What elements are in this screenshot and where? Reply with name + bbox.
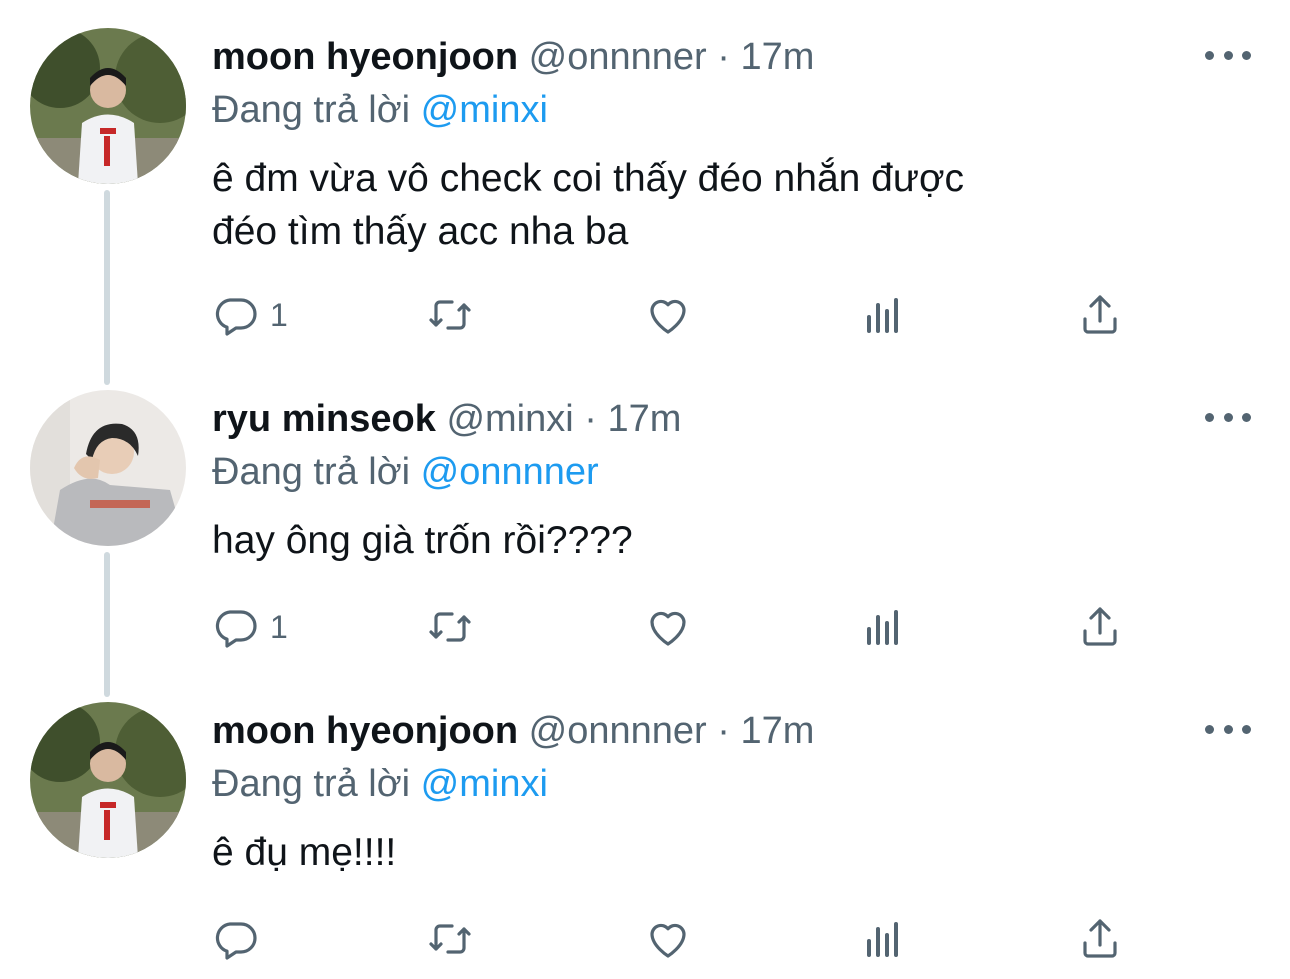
mention-link[interactable]: @minxi: [421, 763, 548, 805]
avatar[interactable]: [30, 702, 186, 858]
reply-button[interactable]: 1: [212, 602, 288, 652]
tweet-header: moon hyeonjoon @onnnner · 17m: [212, 708, 814, 754]
retweet-button[interactable]: [426, 914, 474, 964]
action-bar: 1: [212, 290, 1132, 340]
retweet-button[interactable]: [426, 602, 474, 652]
tweet-text-line: ê đm vừa vô check coi thấy đéo nhắn được: [212, 157, 965, 200]
replying-to: Đang trả lời @onnnner: [212, 449, 599, 495]
avatar[interactable]: [30, 390, 186, 546]
reply-button[interactable]: [212, 914, 270, 964]
tweet-text: hay ông già trốn rồi????: [212, 514, 1162, 567]
tweet[interactable]: moon hyeonjoon @onnnner · 17m Đang trả l…: [0, 702, 1290, 979]
like-icon: [650, 923, 686, 958]
replying-to: Đang trả lời @minxi: [212, 761, 548, 807]
analytics-button[interactable]: [860, 290, 908, 340]
tweet-text-line: hay ông già trốn rồi????: [212, 519, 633, 562]
tweet-text: ê đụ mẹ!!!!: [212, 826, 1162, 879]
tweet-text-line: ê đụ mẹ!!!!: [212, 831, 397, 874]
timestamp[interactable]: 17m: [740, 36, 814, 78]
display-name[interactable]: moon hyeonjoon: [212, 710, 518, 752]
like-icon: [650, 611, 686, 646]
tweet-text-line: đéo tìm thấy acc nha ba: [212, 210, 629, 253]
share-button[interactable]: [1076, 914, 1124, 964]
share-icon: [1083, 919, 1117, 958]
analytics-icon: [867, 610, 898, 645]
replying-prefix: Đang trả lời: [212, 89, 411, 131]
reply-icon: [215, 298, 257, 336]
reply-icon: [215, 922, 257, 960]
tweet[interactable]: ryu minseok @minxi · 17m Đang trả lời @o…: [0, 390, 1290, 690]
share-button[interactable]: [1076, 290, 1124, 340]
replying-prefix: Đang trả lời: [212, 451, 411, 493]
action-bar: [212, 914, 1132, 964]
share-icon: [1083, 295, 1117, 334]
like-icon: [650, 299, 686, 334]
analytics-icon: [867, 922, 898, 957]
reply-icon: [215, 610, 257, 648]
analytics-icon: [867, 298, 898, 333]
like-button[interactable]: [644, 290, 692, 340]
avatar[interactable]: [30, 28, 186, 184]
avatar-photo: [30, 390, 186, 546]
handle[interactable]: @minxi: [446, 398, 573, 440]
tweet-header: moon hyeonjoon @onnnner · 17m: [212, 34, 814, 80]
separator: ·: [584, 398, 597, 440]
replying-prefix: Đang trả lời: [212, 763, 411, 805]
replying-to: Đang trả lời @minxi: [212, 87, 548, 133]
reply-count: 1: [270, 296, 288, 333]
more-icon[interactable]: [1205, 40, 1251, 70]
like-button[interactable]: [644, 602, 692, 652]
timestamp[interactable]: 17m: [740, 710, 814, 752]
analytics-button[interactable]: [860, 914, 908, 964]
share-icon: [1083, 607, 1117, 646]
retweet-icon: [429, 300, 471, 330]
share-button[interactable]: [1076, 602, 1124, 652]
separator: ·: [717, 710, 730, 752]
retweet-button[interactable]: [426, 290, 474, 340]
retweet-icon: [429, 612, 471, 642]
reply-count: 1: [270, 608, 288, 645]
display-name[interactable]: ryu minseok: [212, 398, 436, 440]
avatar-photo: [30, 702, 186, 858]
like-button[interactable]: [644, 914, 692, 964]
analytics-button[interactable]: [860, 602, 908, 652]
tweet[interactable]: moon hyeonjoon @onnnner · 17m Đang trả l…: [0, 28, 1290, 348]
mention-link[interactable]: @onnnner: [421, 451, 599, 493]
action-bar: 1: [212, 602, 1132, 652]
avatar-photo: [30, 28, 186, 184]
more-icon[interactable]: [1205, 402, 1251, 432]
retweet-icon: [429, 924, 471, 954]
separator: ·: [717, 36, 730, 78]
handle[interactable]: @onnnner: [529, 710, 707, 752]
display-name[interactable]: moon hyeonjoon: [212, 36, 518, 78]
more-icon[interactable]: [1205, 714, 1251, 744]
handle[interactable]: @onnnner: [529, 36, 707, 78]
timestamp[interactable]: 17m: [607, 398, 681, 440]
tweet-header: ryu minseok @minxi · 17m: [212, 396, 681, 442]
tweet-text: ê đm vừa vô check coi thấy đéo nhắn được…: [212, 152, 1162, 258]
mention-link[interactable]: @minxi: [421, 89, 548, 131]
reply-button[interactable]: 1: [212, 290, 288, 340]
